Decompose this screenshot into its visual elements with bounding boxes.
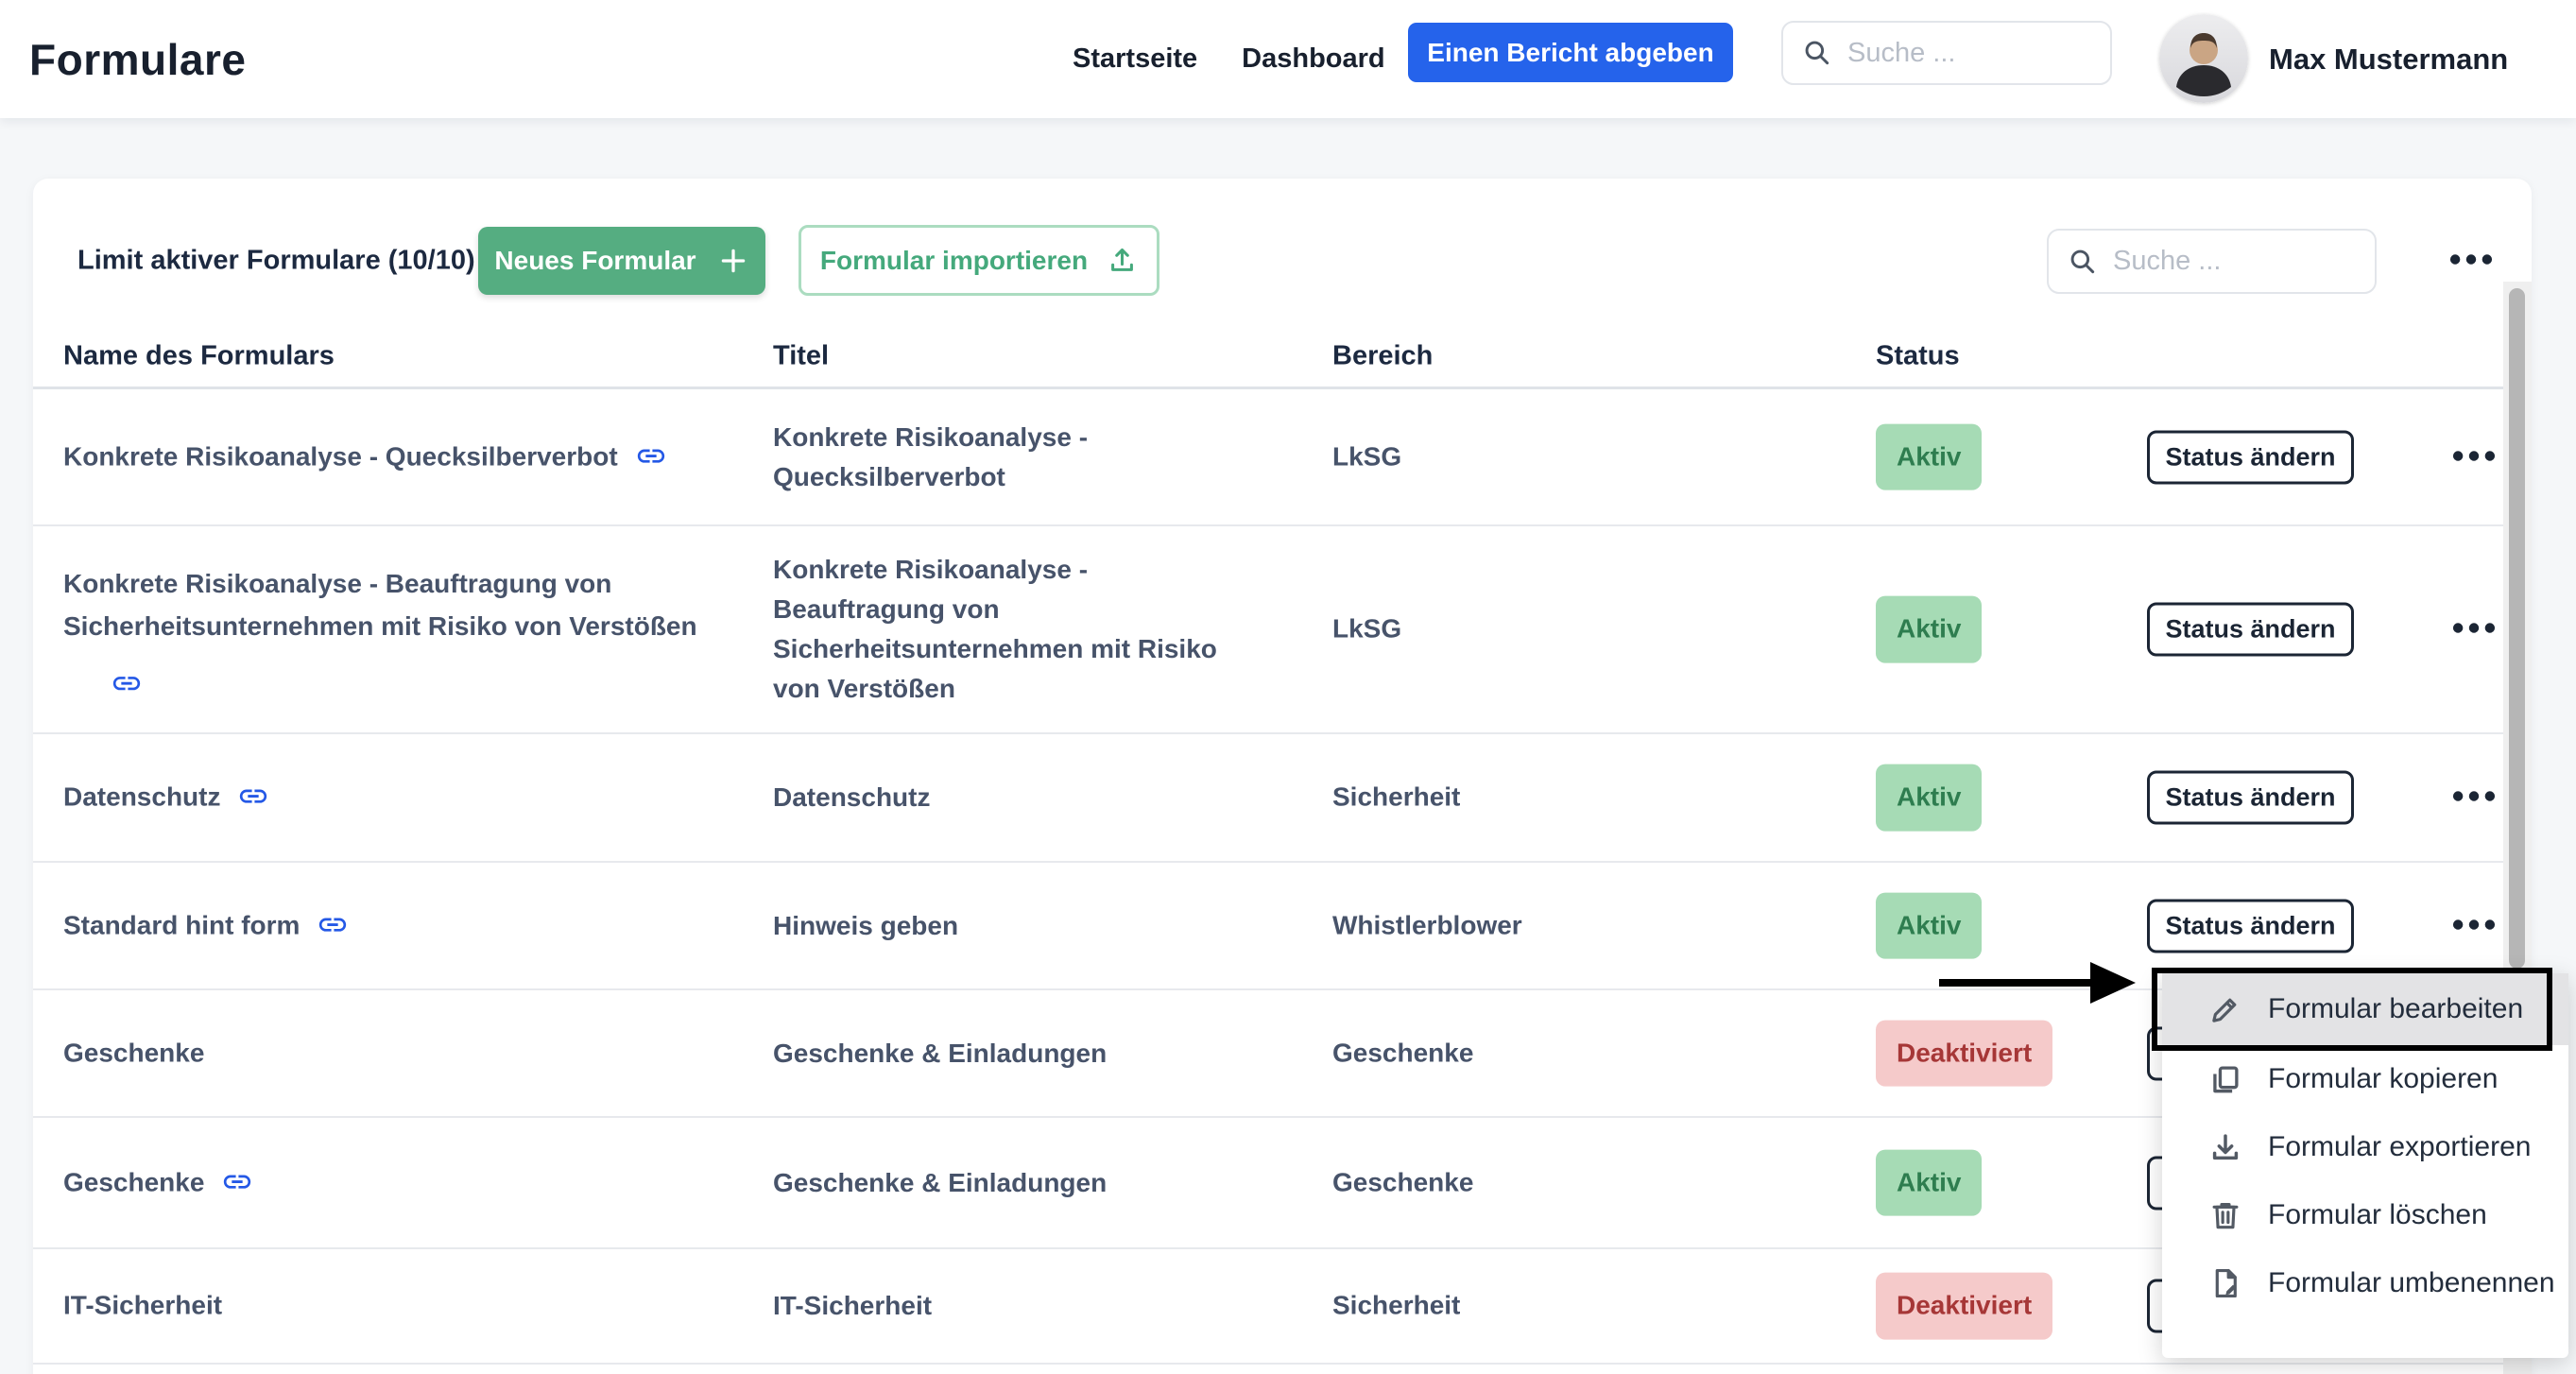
table-row: Standard hint form Hinweis geben Whistlerb… bbox=[33, 863, 2503, 990]
form-area: LkSG bbox=[1332, 436, 1401, 478]
form-area: Whistlerblower bbox=[1332, 904, 1522, 947]
column-header-status: Status bbox=[1876, 341, 1960, 372]
upload-icon bbox=[1107, 245, 1138, 276]
menu-item-formular-exportieren[interactable]: Formular exportieren bbox=[2162, 1113, 2568, 1181]
form-area: Sicherheit bbox=[1332, 1285, 1460, 1328]
status-badge: Deaktiviert bbox=[1876, 1273, 2052, 1340]
table-body: Konkrete Risikoanalyse - Quecksilberverb… bbox=[33, 389, 2503, 1365]
new-form-button[interactable]: Neues Formular bbox=[478, 227, 765, 295]
form-area: Sicherheit bbox=[1332, 777, 1460, 819]
nav-item-dashboard[interactable]: Dashboard bbox=[1242, 43, 1384, 75]
form-title: Geschenke & Einladungen bbox=[773, 1163, 1264, 1203]
copy-icon bbox=[2207, 1061, 2243, 1097]
page-title: Formulare bbox=[29, 34, 246, 85]
scrollbar-thumb[interactable] bbox=[2509, 288, 2525, 969]
table-row: Geschenke Geschenke & Einladungen Geschenk… bbox=[33, 990, 2503, 1118]
avatar[interactable] bbox=[2159, 14, 2248, 103]
nav-item-startseite[interactable]: Startseite bbox=[1073, 43, 1197, 75]
link-icon[interactable] bbox=[635, 439, 667, 472]
table-row: IT-Sicherheit IT-Sicherheit Sicherheit Deak… bbox=[33, 1249, 2503, 1365]
form-title: Geschenke & Einladungen bbox=[773, 1034, 1264, 1073]
trash-icon bbox=[2207, 1197, 2243, 1233]
form-name: Datenschutz bbox=[63, 777, 715, 819]
submit-report-button[interactable]: Einen Bericht abgeben bbox=[1408, 23, 1733, 82]
form-name: Geschenke bbox=[63, 1032, 715, 1074]
table-search bbox=[2047, 229, 2377, 294]
search-icon bbox=[1802, 38, 1832, 68]
column-header-titel: Titel bbox=[773, 341, 829, 372]
status-change-button[interactable]: Status ändern bbox=[2147, 430, 2354, 484]
form-name: Standard hint form bbox=[63, 904, 715, 947]
status-badge: Aktiv bbox=[1876, 1149, 1982, 1216]
form-name: Geschenke bbox=[63, 1161, 715, 1204]
link-icon[interactable] bbox=[317, 908, 349, 940]
status-badge: Aktiv bbox=[1876, 764, 1982, 832]
form-name: IT-Sicherheit bbox=[63, 1285, 715, 1328]
ellipsis-icon bbox=[2452, 790, 2496, 805]
menu-item-label: Formular bearbeiten bbox=[2268, 993, 2523, 1025]
form-limit-label: Limit aktiver Formulare (10/10) bbox=[77, 246, 475, 277]
ellipsis-icon bbox=[2452, 919, 2496, 934]
ellipsis-icon bbox=[2452, 622, 2496, 637]
table-row: Datenschutz Datenschutz Sicherheit Aktiv Sta… bbox=[33, 734, 2503, 863]
search-icon bbox=[2068, 247, 2098, 277]
menu-item-formular-l-schen[interactable]: Formular löschen bbox=[2162, 1181, 2568, 1249]
row-options-button[interactable] bbox=[2452, 919, 2496, 934]
menu-item-formular-bearbeiten[interactable]: Formular bearbeiten bbox=[2162, 973, 2568, 1045]
form-title: Datenschutz bbox=[773, 778, 1264, 817]
column-header-bereich: Bereich bbox=[1332, 341, 1433, 372]
status-badge: Aktiv bbox=[1876, 423, 1982, 490]
pencil-icon bbox=[2207, 991, 2243, 1027]
top-nav: Startseite Dashboard bbox=[1073, 0, 1385, 118]
app-header: Formulare Startseite Dashboard Einen Ber… bbox=[0, 0, 2576, 118]
menu-item-label: Formular löschen bbox=[2268, 1199, 2487, 1231]
form-name: Konkrete Risikoanalyse - Quecksilberverb… bbox=[63, 436, 715, 478]
table-search-input[interactable] bbox=[2113, 246, 2356, 277]
import-form-button[interactable]: Formular importieren bbox=[799, 225, 1159, 296]
status-badge: Aktiv bbox=[1876, 596, 1982, 663]
header-search-input[interactable] bbox=[1847, 38, 2091, 69]
link-icon[interactable] bbox=[221, 1165, 253, 1197]
file-edit-icon bbox=[2207, 1265, 2243, 1301]
menu-item-formular-umbenennen[interactable]: Formular umbenennen bbox=[2162, 1249, 2568, 1317]
status-badge: Deaktiviert bbox=[1876, 1020, 2052, 1087]
header-search bbox=[1781, 21, 2112, 85]
user-name: Max Mustermann bbox=[2269, 43, 2508, 77]
import-form-button-label: Formular importieren bbox=[820, 246, 1088, 276]
form-title: Hinweis geben bbox=[773, 906, 1264, 946]
table-options-button[interactable] bbox=[2438, 242, 2504, 280]
row-options-button[interactable] bbox=[2452, 450, 2496, 465]
forms-card: Limit aktiver Formulare (10/10) Neues Fo… bbox=[33, 179, 2532, 1374]
column-header-name-des-formulars: Name des Formulars bbox=[63, 341, 335, 372]
form-title: Konkrete Risikoanalyse - Quecksilberverb… bbox=[773, 418, 1264, 497]
menu-item-label: Formular umbenennen bbox=[2268, 1267, 2555, 1299]
ellipsis-icon bbox=[2449, 253, 2493, 268]
table-row: Konkrete Risikoanalyse - Beauftragung vo… bbox=[33, 526, 2503, 734]
link-icon[interactable] bbox=[237, 781, 269, 813]
form-area: LkSG bbox=[1332, 609, 1401, 651]
table-header-row: Name des Formulars Titel Bereich Status bbox=[33, 326, 2503, 389]
row-options-button[interactable] bbox=[2452, 622, 2496, 637]
new-form-button-label: Neues Formular bbox=[494, 246, 696, 276]
form-area: Geschenke bbox=[1332, 1032, 1473, 1074]
download-icon bbox=[2207, 1129, 2243, 1165]
menu-item-label: Formular exportieren bbox=[2268, 1131, 2531, 1163]
link-icon[interactable] bbox=[111, 667, 143, 699]
form-title: IT-Sicherheit bbox=[773, 1286, 1264, 1326]
table-row: Geschenke Geschenke & Einladungen Geschenk… bbox=[33, 1118, 2503, 1249]
status-change-button[interactable]: Status ändern bbox=[2147, 899, 2354, 953]
form-name: Konkrete Risikoanalyse - Beauftragung vo… bbox=[63, 563, 715, 696]
ellipsis-icon bbox=[2452, 450, 2496, 465]
menu-item-label: Formular kopieren bbox=[2268, 1063, 2498, 1095]
status-change-button[interactable]: Status ändern bbox=[2147, 771, 2354, 825]
context-menu: Formular bearbeiten Formular kopieren Form… bbox=[2162, 973, 2568, 1358]
menu-item-formular-kopieren[interactable]: Formular kopieren bbox=[2162, 1045, 2568, 1113]
table-row: Konkrete Risikoanalyse - Quecksilberverb… bbox=[33, 389, 2503, 526]
status-badge: Aktiv bbox=[1876, 892, 1982, 959]
plus-icon bbox=[717, 245, 749, 277]
status-change-button[interactable]: Status ändern bbox=[2147, 603, 2354, 657]
form-title: Konkrete Risikoanalyse - Beauftragung vo… bbox=[773, 550, 1264, 709]
form-area: Geschenke bbox=[1332, 1161, 1473, 1204]
row-options-button[interactable] bbox=[2452, 790, 2496, 805]
